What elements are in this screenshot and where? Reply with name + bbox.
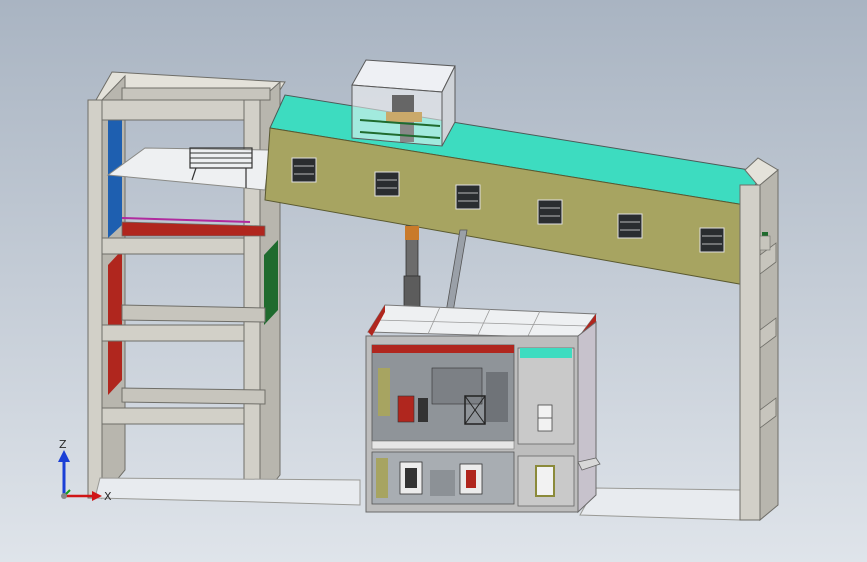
x-axis-label: X — [104, 490, 112, 503]
3d-model-scene[interactable] — [0, 0, 867, 562]
z-arrow-icon — [58, 450, 70, 462]
processing-building[interactable] — [365, 304, 601, 514]
triad-origin — [61, 493, 67, 499]
conveyor-gallery[interactable] — [264, 94, 763, 286]
right-support-column[interactable] — [739, 157, 779, 522]
z-axis-label: Z — [59, 438, 67, 451]
left-tower-frame[interactable] — [87, 71, 286, 502]
coordinate-triad: Z X — [58, 438, 112, 503]
ground-slab-left — [94, 477, 361, 506]
x-arrow-icon — [92, 491, 102, 501]
ground-slab-right — [579, 487, 741, 521]
drive-house[interactable] — [351, 59, 456, 147]
cad-viewport[interactable]: Z X — [0, 0, 867, 562]
